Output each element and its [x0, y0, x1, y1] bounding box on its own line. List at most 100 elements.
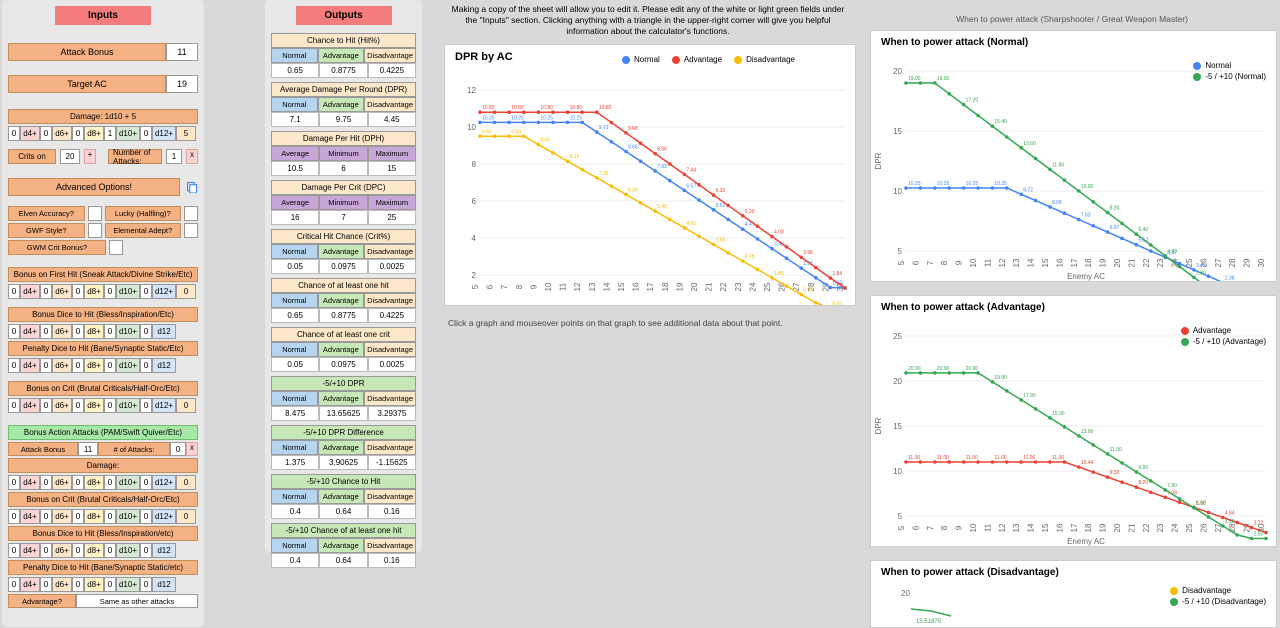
svg-text:10: 10	[467, 123, 476, 132]
svg-text:2.80: 2.80	[1196, 270, 1206, 276]
svg-text:30: 30	[1257, 258, 1266, 267]
svg-text:DPR: DPR	[874, 417, 883, 434]
svg-text:15.51875: 15.51875	[916, 619, 942, 625]
svg-text:25: 25	[893, 332, 902, 341]
elemental-value[interactable]	[184, 223, 198, 238]
elven-label: Elven Accuracy?	[8, 206, 85, 221]
svg-text:14: 14	[1027, 523, 1036, 532]
crits-on-value[interactable]: 20	[60, 149, 80, 164]
svg-text:25: 25	[763, 282, 772, 291]
svg-text:10.80: 10.80	[599, 105, 612, 111]
sharpshooter-title: When to power attack (Sharpshooter / Gre…	[870, 12, 1274, 26]
svg-text:22: 22	[1142, 523, 1151, 532]
svg-text:2.96: 2.96	[803, 250, 813, 256]
svg-text:14: 14	[602, 282, 611, 291]
svg-text:17.20: 17.20	[966, 98, 979, 104]
svg-text:10.80: 10.80	[540, 105, 553, 111]
svg-text:16: 16	[1055, 523, 1064, 532]
num-attacks-label: Number of Attacks:	[108, 149, 162, 164]
svg-text:8: 8	[472, 160, 477, 169]
advantage-label: Advantage?	[8, 594, 76, 608]
svg-text:10.44: 10.44	[1081, 460, 1094, 466]
svg-text:12: 12	[573, 282, 582, 291]
svg-text:21: 21	[705, 282, 714, 291]
svg-text:20: 20	[901, 589, 910, 598]
svg-text:10.80: 10.80	[482, 105, 495, 111]
svg-text:2: 2	[472, 271, 477, 280]
svg-text:9.50: 9.50	[511, 129, 521, 135]
inputs-header: Inputs	[55, 6, 151, 25]
power-dis-chart[interactable]: When to power attack (Disadvantage) Disa…	[870, 560, 1277, 628]
bonus-tohit-label: Bonus Dice to Hit (Bless/Inspiration/Etc…	[8, 307, 198, 322]
dpr-chart[interactable]: DPR by AC Normal Advantage Disadvantage …	[444, 44, 856, 306]
advantage-value[interactable]: Same as other attacks	[76, 594, 198, 608]
svg-text:25: 25	[1185, 523, 1194, 532]
svg-text:15: 15	[1041, 523, 1050, 532]
svg-text:9.90: 9.90	[1138, 465, 1148, 471]
gwf-value[interactable]	[88, 223, 102, 238]
svg-text:8.20: 8.20	[1110, 206, 1120, 212]
svg-text:20.90: 20.90	[937, 366, 950, 372]
svg-text:17: 17	[1070, 258, 1079, 267]
elven-value[interactable]	[88, 206, 102, 221]
svg-text:10.00: 10.00	[1081, 184, 1094, 190]
svg-text:7.08: 7.08	[1167, 490, 1177, 496]
svg-text:8.68: 8.68	[628, 145, 638, 151]
svg-text:9.05: 9.05	[540, 138, 550, 144]
power-normal-chart[interactable]: When to power attack (Normal) Normal -5 …	[870, 30, 1277, 282]
svg-text:15: 15	[893, 422, 902, 431]
svg-text:10.25: 10.25	[482, 115, 495, 121]
svg-text:1.85: 1.85	[774, 271, 784, 277]
click-graph-info: Click a graph and mouseover points on th…	[448, 318, 783, 328]
svg-text:22: 22	[1142, 258, 1151, 267]
svg-text:12: 12	[467, 86, 476, 95]
svg-text:24: 24	[748, 282, 757, 291]
damage-dice-row[interactable]: 0d4+ 0d6+ 0d8+ 1d10+ 0d12+ 5	[8, 126, 198, 141]
damage-label: Damage: 1d10 + 5	[8, 109, 198, 124]
svg-text:11.80: 11.80	[1052, 162, 1064, 168]
attack-bonus-value[interactable]: 11	[166, 43, 198, 61]
svg-text:18: 18	[661, 282, 670, 291]
svg-text:10: 10	[893, 467, 902, 476]
svg-text:11.00: 11.00	[937, 455, 949, 461]
svg-text:15.90: 15.90	[1052, 411, 1065, 417]
svg-text:11.00: 11.00	[1052, 455, 1064, 461]
gwm-crit-label: GWM Crit Bonus?	[8, 240, 106, 255]
svg-text:3.72: 3.72	[1254, 521, 1264, 527]
svg-text:5: 5	[897, 525, 906, 530]
svg-text:9.32: 9.32	[1110, 470, 1120, 476]
target-ac-value[interactable]: 19	[166, 75, 198, 93]
gwm-crit-value[interactable]	[109, 240, 123, 255]
penalty-tohit-label: Penalty Dice to Hit (Bane/Synaptic Stati…	[8, 341, 198, 356]
svg-text:26: 26	[1199, 523, 1208, 532]
copy-icon[interactable]	[186, 181, 198, 193]
svg-text:11: 11	[983, 258, 992, 267]
svg-text:28: 28	[1228, 258, 1237, 267]
power-adv-chart[interactable]: When to power attack (Advantage) Advanta…	[870, 295, 1277, 547]
advanced-options-button[interactable]: Advanced Options!	[8, 178, 180, 196]
gwf-label: GWF Style?	[8, 223, 85, 238]
svg-text:7: 7	[926, 525, 935, 530]
svg-text:2.38: 2.38	[1225, 276, 1235, 282]
bonus-first-hit-label: Bonus on First Hit (Sneak Attack/Divine …	[8, 267, 198, 282]
svg-text:7: 7	[926, 260, 935, 265]
svg-text:10.25: 10.25	[994, 181, 1007, 187]
svg-text:21: 21	[1127, 258, 1136, 267]
svg-text:19.00: 19.00	[908, 76, 921, 82]
svg-text:10.25: 10.25	[908, 181, 921, 187]
lucky-value[interactable]	[184, 206, 198, 221]
target-ac-label: Target AC	[8, 75, 166, 93]
svg-text:2.75: 2.75	[745, 254, 755, 260]
svg-text:6.35: 6.35	[628, 188, 638, 194]
svg-text:4.84: 4.84	[1225, 510, 1235, 516]
svg-text:3.42: 3.42	[1196, 263, 1206, 269]
svg-text:5.52: 5.52	[716, 203, 726, 209]
svg-text:12: 12	[998, 258, 1007, 267]
svg-text:13.90: 13.90	[1081, 429, 1094, 435]
svg-text:2.50: 2.50	[1254, 532, 1264, 538]
num-attacks-value[interactable]: 1	[166, 149, 182, 164]
svg-text:6.40: 6.40	[1138, 227, 1148, 233]
damage-mod[interactable]: 5	[176, 126, 196, 141]
svg-text:19.00: 19.00	[937, 76, 950, 82]
svg-text:23: 23	[1156, 523, 1165, 532]
